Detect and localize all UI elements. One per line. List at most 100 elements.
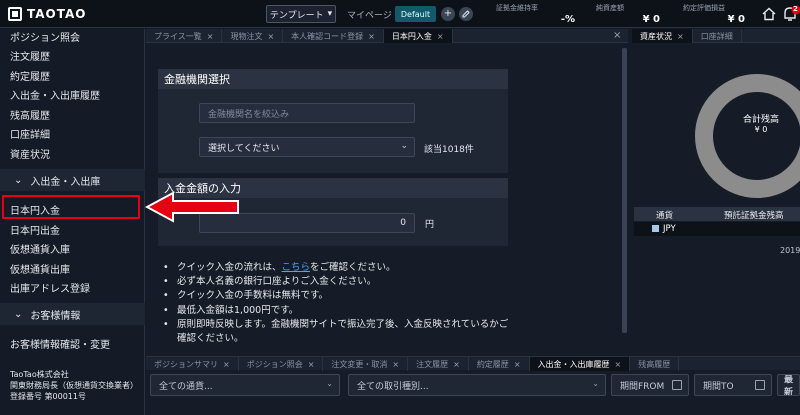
- tab-account-details[interactable]: 口座詳細: [693, 29, 742, 43]
- default-layout-button[interactable]: Default: [395, 6, 436, 22]
- unrealized-pl-label: 約定評価損益: [683, 4, 725, 12]
- add-icon[interactable]: +: [441, 7, 455, 21]
- transaction-type-filter-select[interactable]: 全ての取引種別... ⌄: [348, 374, 606, 396]
- mypage-label: マイページ: [347, 11, 392, 21]
- sidebar-item-crypto-withdrawal[interactable]: 仮想通貨出庫: [10, 261, 70, 276]
- tab-balance-history[interactable]: 残高履歴: [630, 357, 680, 371]
- chevron-down-icon: ⌄: [326, 379, 333, 388]
- tab-label: 本人確認コード登録: [291, 31, 364, 41]
- currency-column-header: 通貨: [656, 211, 674, 221]
- sidebar-item-order-history[interactable]: 注文履歴: [10, 48, 50, 63]
- tab-label: プライス一覧: [154, 31, 202, 41]
- sidebar-section-customer[interactable]: ⌄ お客様情報: [0, 303, 145, 325]
- sidebar-section-deposit[interactable]: ⌄ 入出金・入出庫: [0, 169, 145, 191]
- bank-section-header: 金融機関選択: [158, 69, 508, 89]
- tab-label: 約定履歴: [476, 359, 509, 369]
- currency-filter-select[interactable]: 全ての通貨... ⌄: [150, 374, 340, 396]
- notification-bell-icon[interactable]: 2: [782, 5, 800, 23]
- sidebar-item-transfer-history[interactable]: 入出金・入出庫履歴: [10, 87, 100, 102]
- tab-label: 入出金・入出庫履歴: [537, 359, 610, 369]
- tab-spot-order[interactable]: 現物注文 ×: [222, 29, 284, 43]
- calendar-icon: [672, 380, 682, 390]
- note-text: 確認ください。: [177, 333, 244, 345]
- close-icon[interactable]: ×: [514, 360, 521, 369]
- right-tab-bar: 資産状況 × 口座詳細: [632, 29, 800, 43]
- jpy-color-swatch: [652, 225, 659, 232]
- chevron-down-icon: ⌄: [592, 379, 599, 388]
- year-label: 2019: [780, 246, 800, 255]
- panel-close-icon[interactable]: ×: [613, 30, 621, 41]
- sidebar-section-customer-label: お客様情報: [30, 310, 81, 322]
- tab-asset-status[interactable]: 資産状況 ×: [632, 29, 693, 43]
- tab-order-change[interactable]: 注文変更・取消 ×: [323, 357, 409, 371]
- bank-select[interactable]: 選択してください ⌄: [199, 137, 415, 157]
- update-button[interactable]: 最新: [777, 374, 800, 396]
- sidebar-item-jpy-withdrawal[interactable]: 日本円出金: [10, 222, 60, 237]
- margin-rate-label: 証拠金維持率: [496, 4, 538, 12]
- logo-icon: [8, 7, 22, 21]
- amount-unit: 円: [425, 220, 435, 230]
- company-registration: 関東財務局長（仮想通貨交換業者）: [10, 381, 138, 390]
- close-icon[interactable]: ×: [453, 360, 460, 369]
- sidebar-item-balance-history[interactable]: 残高履歴: [10, 107, 50, 122]
- sidebar-item-account-details[interactable]: 口座詳細: [10, 126, 50, 141]
- tab-execution-history[interactable]: 約定履歴 ×: [469, 357, 530, 371]
- sidebar-item-crypto-deposit[interactable]: 仮想通貨入庫: [10, 241, 70, 256]
- bank-search-input[interactable]: 金融機関名を絞込み: [199, 103, 415, 123]
- company-name: TaoTao株式会社: [10, 370, 69, 379]
- tab-order-history[interactable]: 注文履歴 ×: [408, 357, 469, 371]
- tab-label: 口座詳細: [700, 31, 733, 41]
- date-from-placeholder: 期間FROM: [620, 381, 665, 392]
- sidebar: ポジション照会 注文履歴 約定履歴 入出金・入出庫履歴 残高履歴 口座詳細 資産…: [0, 29, 145, 415]
- note-item: 原則即時反映します。金融機関サイトで振込完了後、入金反映されているかご確認くださ…: [163, 318, 513, 346]
- margin-balance-column-header: 預託証拠金残高: [724, 211, 784, 221]
- template-dropdown[interactable]: テンプレート ▾: [266, 5, 336, 23]
- tab-label: ポジションサマリ: [154, 359, 218, 369]
- tab-price-list[interactable]: プライス一覧 ×: [146, 29, 223, 43]
- sidebar-item-asset-status[interactable]: 資産状況: [10, 146, 50, 161]
- scrollbar[interactable]: [622, 48, 627, 333]
- margin-rate-value: -%: [560, 14, 575, 25]
- balance-donut-chart: [695, 74, 800, 198]
- sidebar-item-execution-history[interactable]: 約定履歴: [10, 68, 50, 83]
- tab-position-inquiry[interactable]: ポジション照会 ×: [239, 357, 324, 371]
- unrealized-pl-value: ¥ 0: [727, 14, 745, 25]
- donut-title: 合計残高: [742, 115, 779, 125]
- tab-jpy-deposit[interactable]: 日本円入金 ×: [383, 29, 453, 43]
- bank-section-body: [158, 89, 508, 173]
- home-icon[interactable]: [762, 7, 776, 21]
- sidebar-item-customer-info[interactable]: お客様情報確認・変更: [10, 336, 110, 351]
- edit-icon[interactable]: [459, 7, 473, 21]
- close-icon[interactable]: ×: [207, 32, 214, 41]
- note-text: クイック入金の流れは、: [177, 262, 282, 273]
- table-row[interactable]: JPY: [634, 222, 800, 236]
- tab-label: 現物注文: [230, 31, 263, 41]
- tab-position-summary[interactable]: ポジションサマリ ×: [146, 357, 239, 371]
- notification-count: 2: [793, 5, 798, 13]
- close-icon[interactable]: ×: [267, 32, 274, 41]
- close-icon[interactable]: ×: [437, 32, 444, 41]
- close-icon[interactable]: ×: [392, 360, 399, 369]
- close-icon[interactable]: ×: [308, 360, 315, 369]
- tab-label: ポジション照会: [246, 359, 303, 369]
- date-to-input[interactable]: 期間TO: [694, 374, 772, 396]
- date-from-input[interactable]: 期間FROM: [611, 374, 689, 396]
- bank-count: 該当1018件: [424, 145, 474, 155]
- note-item: クイック入金の流れは、こちらをご確認ください。: [163, 261, 513, 275]
- flow-link[interactable]: こちら: [282, 262, 311, 273]
- tab-label: 資産状況: [640, 31, 672, 41]
- sidebar-item-withdrawal-address[interactable]: 出庫アドレス登録: [10, 280, 90, 295]
- sidebar-item-position-inquiry[interactable]: ポジション照会: [10, 29, 80, 44]
- row-currency: JPY: [663, 224, 676, 234]
- chevron-down-icon: ▾: [327, 9, 333, 19]
- brand-logo[interactable]: TAOTAO: [8, 6, 86, 22]
- close-icon[interactable]: ×: [223, 360, 230, 369]
- note-item: 最低入金額は1,000円です。: [163, 304, 513, 318]
- close-icon[interactable]: ×: [615, 360, 622, 369]
- tab-transfer-history[interactable]: 入出金・入出庫履歴 ×: [529, 357, 631, 371]
- close-icon[interactable]: ×: [677, 32, 684, 41]
- tab-identity-code[interactable]: 本人確認コード登録 ×: [283, 29, 384, 43]
- close-icon[interactable]: ×: [368, 32, 375, 41]
- company-info: TaoTao株式会社 関東財務局長（仮想通貨交換業者） 登録番号 第00011号: [10, 369, 138, 402]
- calendar-icon: [755, 380, 765, 390]
